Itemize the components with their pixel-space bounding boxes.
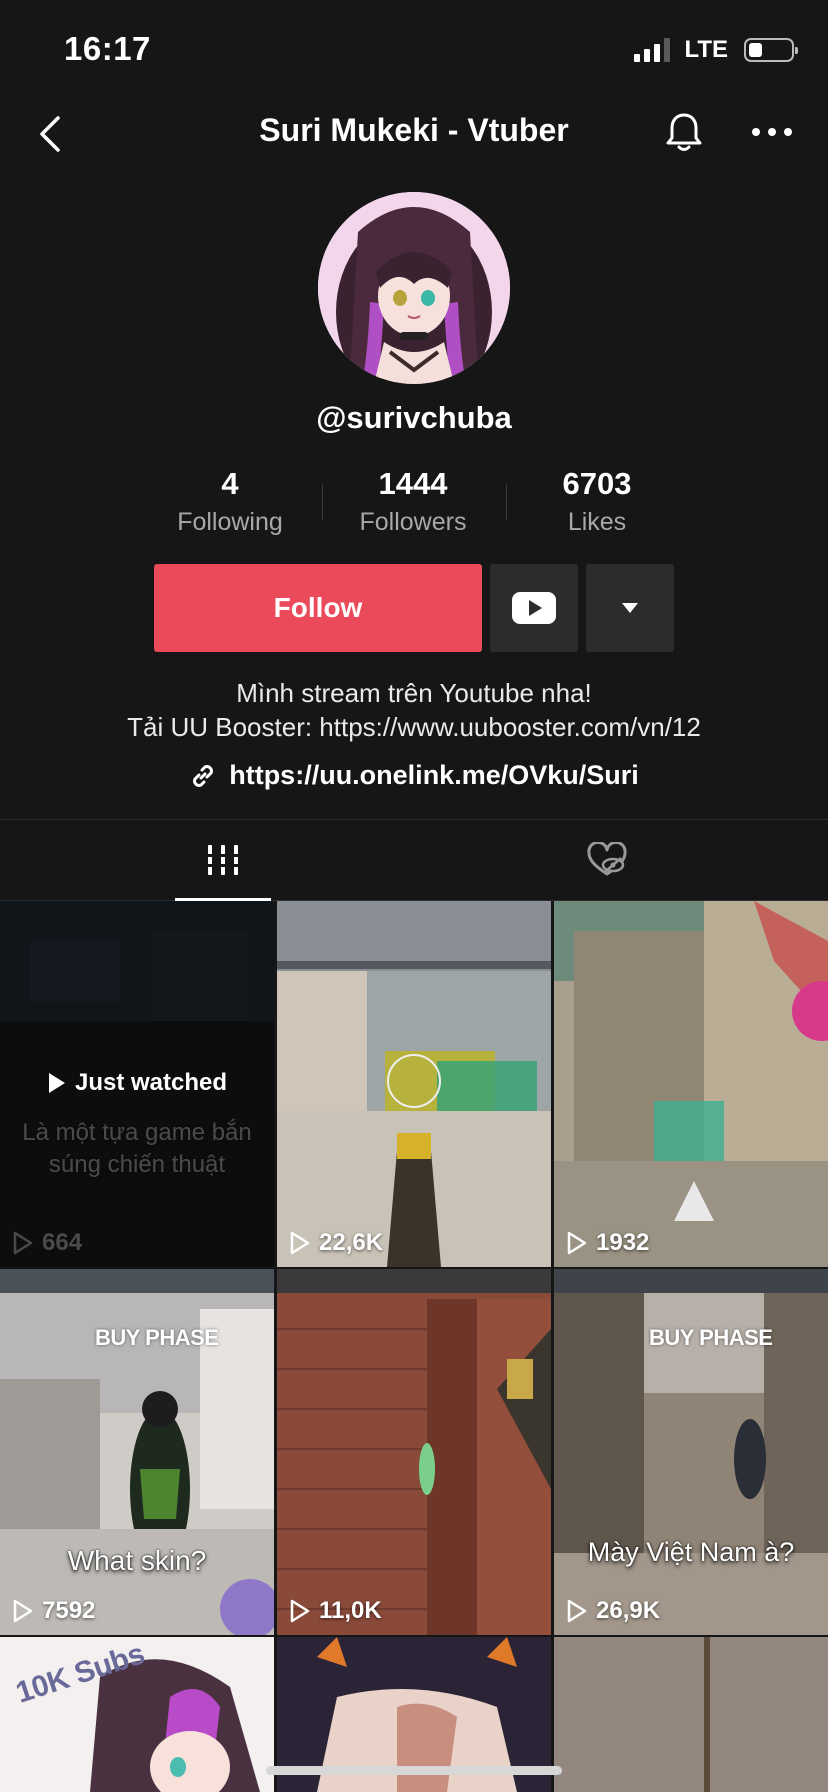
- view-count-text: 1932: [596, 1229, 650, 1256]
- followers-label: Followers: [359, 508, 467, 536]
- play-icon: [48, 1073, 65, 1093]
- video-thumbnail[interactable]: 1932: [554, 901, 828, 1267]
- buy-phase-label: BUY PHASE: [649, 1325, 773, 1350]
- video-thumbnail[interactable]: BUY PHASE Mày Việt Nam à? 26,9K: [554, 1269, 828, 1635]
- video-thumbnail[interactable]: BUY PHASE What skin? 7592: [0, 1269, 274, 1635]
- tab-videos[interactable]: [16, 820, 430, 900]
- stat-divider: [322, 484, 323, 520]
- view-count: 1932: [566, 1229, 649, 1257]
- avatar[interactable]: [318, 192, 510, 384]
- video-thumbnail[interactable]: 22,6K: [277, 901, 551, 1267]
- bio-line: Mình stream trên Youtube nha!: [236, 678, 592, 708]
- liked-hidden-icon: [587, 842, 627, 876]
- play-outline-icon: [13, 1231, 33, 1255]
- avatar-image: [318, 192, 510, 384]
- profile-link[interactable]: https://uu.onelink.me/OVku/Suri: [0, 760, 828, 791]
- stat-following[interactable]: 4 Following: [150, 466, 310, 537]
- video-thumbnail[interactable]: 11,0K: [277, 1269, 551, 1635]
- followers-count: 1444: [378, 466, 448, 501]
- play-outline-icon: [567, 1599, 587, 1623]
- video-thumbnail[interactable]: 10K Subs: [0, 1637, 274, 1792]
- status-time: 16:17: [64, 30, 151, 67]
- play-outline-icon: [290, 1231, 310, 1255]
- likes-label: Likes: [567, 508, 627, 536]
- username: @surivchuba: [316, 400, 512, 435]
- just-watched-label: Just watched: [0, 1069, 274, 1097]
- video-caption: What skin?: [67, 1545, 207, 1576]
- home-indicator[interactable]: [266, 1766, 562, 1775]
- likes-count: 6703: [562, 466, 632, 501]
- buy-phase-label: BUY PHASE: [95, 1325, 219, 1350]
- view-count: 22,6K: [289, 1229, 383, 1257]
- view-count-text: 664: [42, 1229, 83, 1256]
- play-outline-icon: [567, 1231, 587, 1255]
- content-tabs: [0, 819, 828, 901]
- thumbnail-image: [277, 901, 551, 1267]
- bell-icon[interactable]: [664, 110, 704, 154]
- thumbnail-image: [554, 901, 828, 1267]
- more-options-icon[interactable]: [748, 118, 796, 146]
- tab-liked[interactable]: [400, 820, 814, 900]
- view-count: 664: [12, 1229, 82, 1257]
- stat-followers[interactable]: 1444 Followers: [333, 466, 493, 537]
- thumbnail-image: [0, 1269, 274, 1635]
- view-count-text: 26,9K: [596, 1597, 661, 1624]
- battery-icon: [744, 38, 798, 62]
- grid-icon: [205, 845, 241, 875]
- suggestions-dropdown-button[interactable]: [586, 564, 674, 652]
- view-count-text: 22,6K: [319, 1229, 384, 1256]
- view-count-text: 11,0K: [319, 1597, 382, 1624]
- thumbnail-image: [554, 1269, 828, 1635]
- network-type: LTE: [684, 36, 728, 63]
- view-count: 11,0K: [289, 1597, 382, 1625]
- video-caption: Là một tựa game bắn súng chiến thuật: [22, 1119, 252, 1178]
- play-outline-icon: [13, 1599, 33, 1623]
- video-thumbnail[interactable]: Là một tựa game bắn súng chiến thuật Jus…: [0, 901, 274, 1267]
- thumbnail-image: [554, 1637, 828, 1792]
- view-count: 7592: [12, 1597, 95, 1625]
- view-count-text: 7592: [42, 1597, 96, 1624]
- signal-icon: [634, 38, 671, 62]
- status-indicators: LTE: [634, 36, 798, 64]
- profile-bio: Mình stream trên Youtube nha! Tải UU Boo…: [0, 676, 828, 744]
- following-count: 4: [221, 466, 239, 501]
- view-count: 26,9K: [566, 1597, 660, 1625]
- following-label: Following: [177, 508, 283, 536]
- status-bar: 16:17 LTE: [0, 0, 828, 100]
- bio-line: Tải UU Booster: https://www.uubooster.co…: [127, 712, 701, 742]
- youtube-icon: [512, 592, 556, 624]
- thumbnail-image: [277, 1269, 551, 1635]
- link-text: https://uu.onelink.me/OVku/Suri: [229, 760, 639, 790]
- chevron-down-icon: [622, 603, 638, 613]
- stat-divider: [506, 484, 507, 520]
- video-caption: Mày Việt Nam à?: [587, 1537, 795, 1567]
- profile-stats: 4 Following 1444 Followers 6703 Likes: [0, 466, 828, 536]
- link-icon: [193, 764, 214, 787]
- follow-button[interactable]: Follow: [154, 564, 482, 652]
- video-thumbnail[interactable]: [554, 1637, 828, 1792]
- video-grid: Là một tựa game bắn súng chiến thuật Jus…: [0, 901, 828, 1792]
- profile-header: Suri Mukeki - Vtuber: [0, 100, 828, 166]
- stat-likes[interactable]: 6703 Likes: [517, 466, 677, 537]
- just-watched-text: Just watched: [74, 1069, 228, 1096]
- youtube-button[interactable]: [490, 564, 578, 652]
- play-outline-icon: [290, 1599, 310, 1623]
- profile-actions: Follow: [0, 564, 828, 652]
